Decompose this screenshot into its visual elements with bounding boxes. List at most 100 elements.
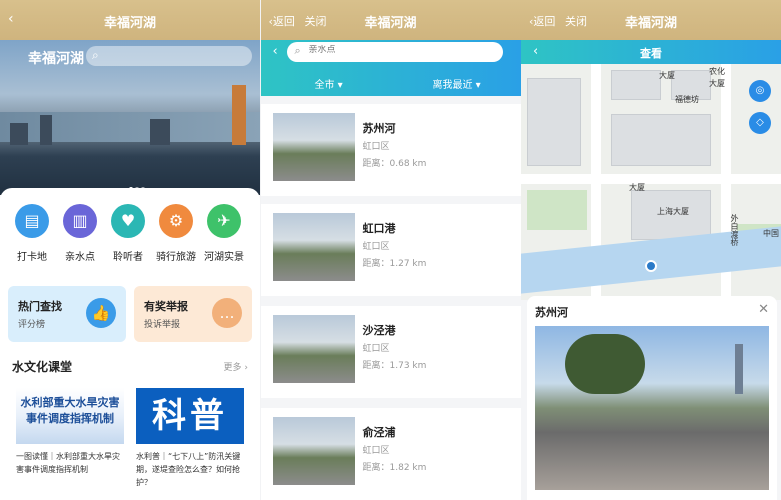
app-title: 幸福河湖 xyxy=(103,16,156,31)
promo-popular[interactable]: 热门查找 评分榜 👍 xyxy=(8,286,126,342)
search-bar[interactable]: ⌕ xyxy=(86,46,252,66)
quick-listener[interactable]: ♥ 聆听者 xyxy=(102,204,154,263)
detail-name: 苏州河 xyxy=(535,306,568,319)
news-caption[interactable]: 水利普｜“七下八上”防汛关键期，遂堤查险怎么查？如何抢护？ xyxy=(136,450,246,489)
app-title: 幸福河湖 xyxy=(364,16,417,31)
promo-sub: 评分榜 xyxy=(18,320,46,330)
map-label: 中国 xyxy=(763,229,779,238)
view-title: 查看 xyxy=(640,47,662,60)
main-card: ▤ 打卡地 ▥ 亲水点 ♥ 聆听者 ⚙ 骑行旅游 ✈ 河湖实景 热门查找 评分榜 xyxy=(0,188,260,500)
river-image xyxy=(0,112,260,142)
quick-cycling[interactable]: ⚙ 骑行旅游 xyxy=(150,204,202,263)
promo-title: 有奖举报 xyxy=(144,300,188,313)
chart-icon: ▥ xyxy=(63,204,97,238)
list-item-district: 虹口区 xyxy=(362,242,390,252)
location-pin-icon[interactable] xyxy=(645,260,657,272)
map-screen: ‹返回 关闭 幸福河湖 ‹ 查看 大厦 农化 大厦 福德坊 大厦 上海大厦 外白… xyxy=(521,0,781,500)
search-input[interactable] xyxy=(308,45,489,55)
list-item-distance: 距离：1.27 km xyxy=(362,259,427,269)
news-image[interactable]: 水利部重大水旱灾害 事件调度指挥机制 xyxy=(16,388,124,444)
sort-filter[interactable]: 离我最近 ▾ xyxy=(433,76,481,91)
list-item[interactable]: 沙泾港 虹口区 距离：1.73 km xyxy=(260,306,521,398)
river-thumbnail xyxy=(272,315,355,383)
app-title: 幸福河湖 xyxy=(624,16,677,31)
news-image-text: 水利部重大水旱灾害 xyxy=(20,396,120,409)
map-block xyxy=(611,70,661,100)
map-label: 大厦 xyxy=(659,71,675,80)
top-bar: ‹返回 关闭 幸福河湖 xyxy=(260,0,521,40)
back-icon[interactable]: ‹ xyxy=(273,44,278,59)
list-item-name: 苏州河 xyxy=(362,122,396,135)
road xyxy=(521,174,781,184)
locate-icon[interactable]: ◎ xyxy=(749,80,771,102)
list-item-distance: 距离：1.82 km xyxy=(362,463,427,473)
map-label: 上海大厦 xyxy=(657,207,689,216)
search-bar[interactable]: ⌕ xyxy=(286,42,503,62)
news-image[interactable]: 科普 xyxy=(136,388,244,444)
view-header: ‹ 查看 xyxy=(521,40,781,64)
list-item-distance: 距离：0.68 km xyxy=(362,159,427,169)
list-item[interactable]: 俞泾浦 虹口区 距离：1.82 km xyxy=(260,408,521,500)
thumbs-up-icon: 👍 xyxy=(86,298,116,328)
list-item-distance: 距离：1.73 km xyxy=(362,361,427,371)
news-caption[interactable]: 一图读懂｜水利部重大水旱灾害事件调度指挥机制 xyxy=(16,450,126,476)
building xyxy=(232,85,246,145)
layers-icon[interactable]: ◇ xyxy=(749,112,771,134)
chat-icon: … xyxy=(212,298,242,328)
quick-label: 聆听者 xyxy=(113,252,143,263)
search-icon: ⌕ xyxy=(92,48,99,62)
map-label: 外白渡桥 xyxy=(730,214,739,246)
top-bar: ‹返回 关闭 幸福河湖 xyxy=(521,0,781,40)
map-label: 农化 xyxy=(709,67,725,76)
map-view[interactable]: 大厦 农化 大厦 福德坊 大厦 上海大厦 外白渡桥 中国 ◎ ◇ xyxy=(521,64,781,300)
section-title: 水文化课堂 xyxy=(12,360,73,374)
search-icon: ⌕ xyxy=(294,44,301,57)
list-item-name: 沙泾港 xyxy=(362,324,396,337)
home-screen: ‹ 幸福河湖 幸福河湖 ⌕ ▤ 打卡地 ▥ 亲水点 ♥ 聆听者 ⚙ 骑行旅游 ✈… xyxy=(0,0,260,500)
quick-waterside[interactable]: ▥ 亲水点 xyxy=(54,204,106,263)
map-block xyxy=(611,114,711,166)
quick-label: 打卡地 xyxy=(17,252,47,263)
promo-report[interactable]: 有奖举报 投诉举报 … xyxy=(134,286,252,342)
detail-card: 苏州河 ✕ xyxy=(527,296,777,500)
quick-realview[interactable]: ✈ 河湖实景 xyxy=(198,204,250,263)
promo-sub: 投诉举报 xyxy=(144,320,181,330)
list-item[interactable]: 虹口港 虹口区 距离：1.27 km xyxy=(260,204,521,296)
river-thumbnail xyxy=(272,213,355,281)
bike-icon: ⚙ xyxy=(159,204,193,238)
list-item-name: 俞泾浦 xyxy=(362,426,396,439)
river-photo[interactable] xyxy=(535,326,769,490)
map-block xyxy=(527,78,581,166)
district-filter[interactable]: 全市 ▾ xyxy=(315,76,343,91)
building xyxy=(10,123,28,145)
list-item-district: 虹口区 xyxy=(362,142,390,152)
list-screen: ‹返回 关闭 幸福河湖 ‹ ⌕ 全市 ▾ 离我最近 ▾ 苏州河 虹口区 距离：0… xyxy=(260,0,521,500)
river-thumbnail xyxy=(272,113,355,181)
map-label: 大厦 xyxy=(629,183,645,192)
building xyxy=(40,115,52,145)
list-item-district: 虹口区 xyxy=(362,446,390,456)
close-icon[interactable]: ✕ xyxy=(758,302,769,317)
promo-title: 热门查找 xyxy=(18,300,62,313)
building xyxy=(150,119,170,145)
list-item-district: 虹口区 xyxy=(362,344,390,354)
map-label: 大厦 xyxy=(709,79,725,88)
heart-icon: ♥ xyxy=(111,204,145,238)
clipboard-icon: ▤ xyxy=(15,204,49,238)
list-header: ‹ ⌕ 全市 ▾ 离我最近 ▾ xyxy=(260,40,521,96)
list-item[interactable]: 苏州河 虹口区 距离：0.68 km xyxy=(260,104,521,196)
quick-checkin[interactable]: ▤ 打卡地 xyxy=(6,204,58,263)
river-thumbnail xyxy=(272,417,355,485)
map-label: 福德坊 xyxy=(675,95,699,104)
quick-label: 河湖实景 xyxy=(204,252,244,263)
section-more-link[interactable]: 更多 › xyxy=(224,360,248,373)
compass-icon: ✈ xyxy=(207,204,241,238)
quick-label: 亲水点 xyxy=(65,252,95,263)
top-bar: ‹ 幸福河湖 xyxy=(0,0,260,40)
park-area xyxy=(527,190,587,230)
list-item-name: 虹口港 xyxy=(362,222,396,235)
tree xyxy=(565,334,645,394)
news-image-text: 事件调度指挥机制 xyxy=(26,412,114,425)
tower xyxy=(735,344,743,394)
hero-banner[interactable]: 幸福河湖 ⌕ xyxy=(0,40,260,195)
